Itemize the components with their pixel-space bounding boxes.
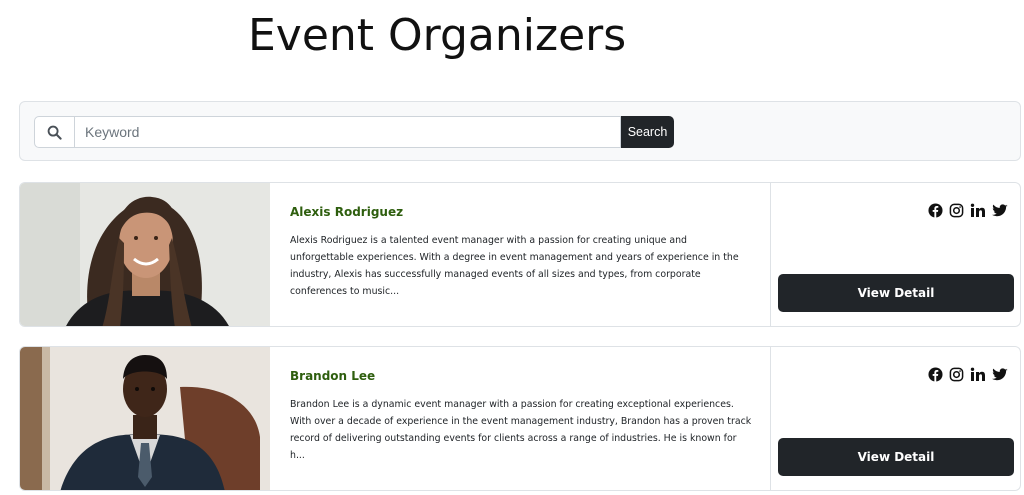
twitter-icon[interactable] [992, 367, 1008, 382]
search-group: Search [34, 116, 674, 148]
instagram-icon[interactable] [949, 203, 964, 218]
linkedin-icon[interactable] [970, 203, 986, 218]
instagram-icon[interactable] [949, 367, 964, 382]
organizer-info: Brandon Lee Brandon Lee is a dynamic eve… [270, 347, 770, 490]
view-detail-button[interactable]: View Detail [778, 274, 1014, 312]
search-icon [34, 116, 75, 148]
organizer-photo [20, 183, 270, 326]
search-input[interactable] [75, 116, 621, 148]
organizer-name[interactable]: Brandon Lee [290, 369, 752, 383]
organizer-photo [20, 347, 270, 490]
organizer-info: Alexis Rodriguez Alexis Rodriguez is a t… [270, 183, 770, 326]
organizer-name[interactable]: Alexis Rodriguez [290, 205, 752, 219]
page-title: Event Organizers [248, 10, 627, 61]
search-panel: Search [19, 101, 1021, 161]
organizer-actions: View Detail [770, 347, 1020, 490]
social-links [928, 367, 1008, 382]
search-button[interactable]: Search [621, 116, 674, 148]
facebook-icon[interactable] [928, 367, 943, 382]
organizer-actions: View Detail [770, 183, 1020, 326]
facebook-icon[interactable] [928, 203, 943, 218]
organizer-card: Alexis Rodriguez Alexis Rodriguez is a t… [19, 182, 1021, 327]
social-links [928, 203, 1008, 218]
view-detail-button[interactable]: View Detail [778, 438, 1014, 476]
organizer-description: Alexis Rodriguez is a talented event man… [290, 235, 739, 297]
organizer-description: Brandon Lee is a dynamic event manager w… [290, 399, 752, 461]
organizer-card: Brandon Lee Brandon Lee is a dynamic eve… [19, 346, 1021, 491]
linkedin-icon[interactable] [970, 367, 986, 382]
twitter-icon[interactable] [992, 203, 1008, 218]
